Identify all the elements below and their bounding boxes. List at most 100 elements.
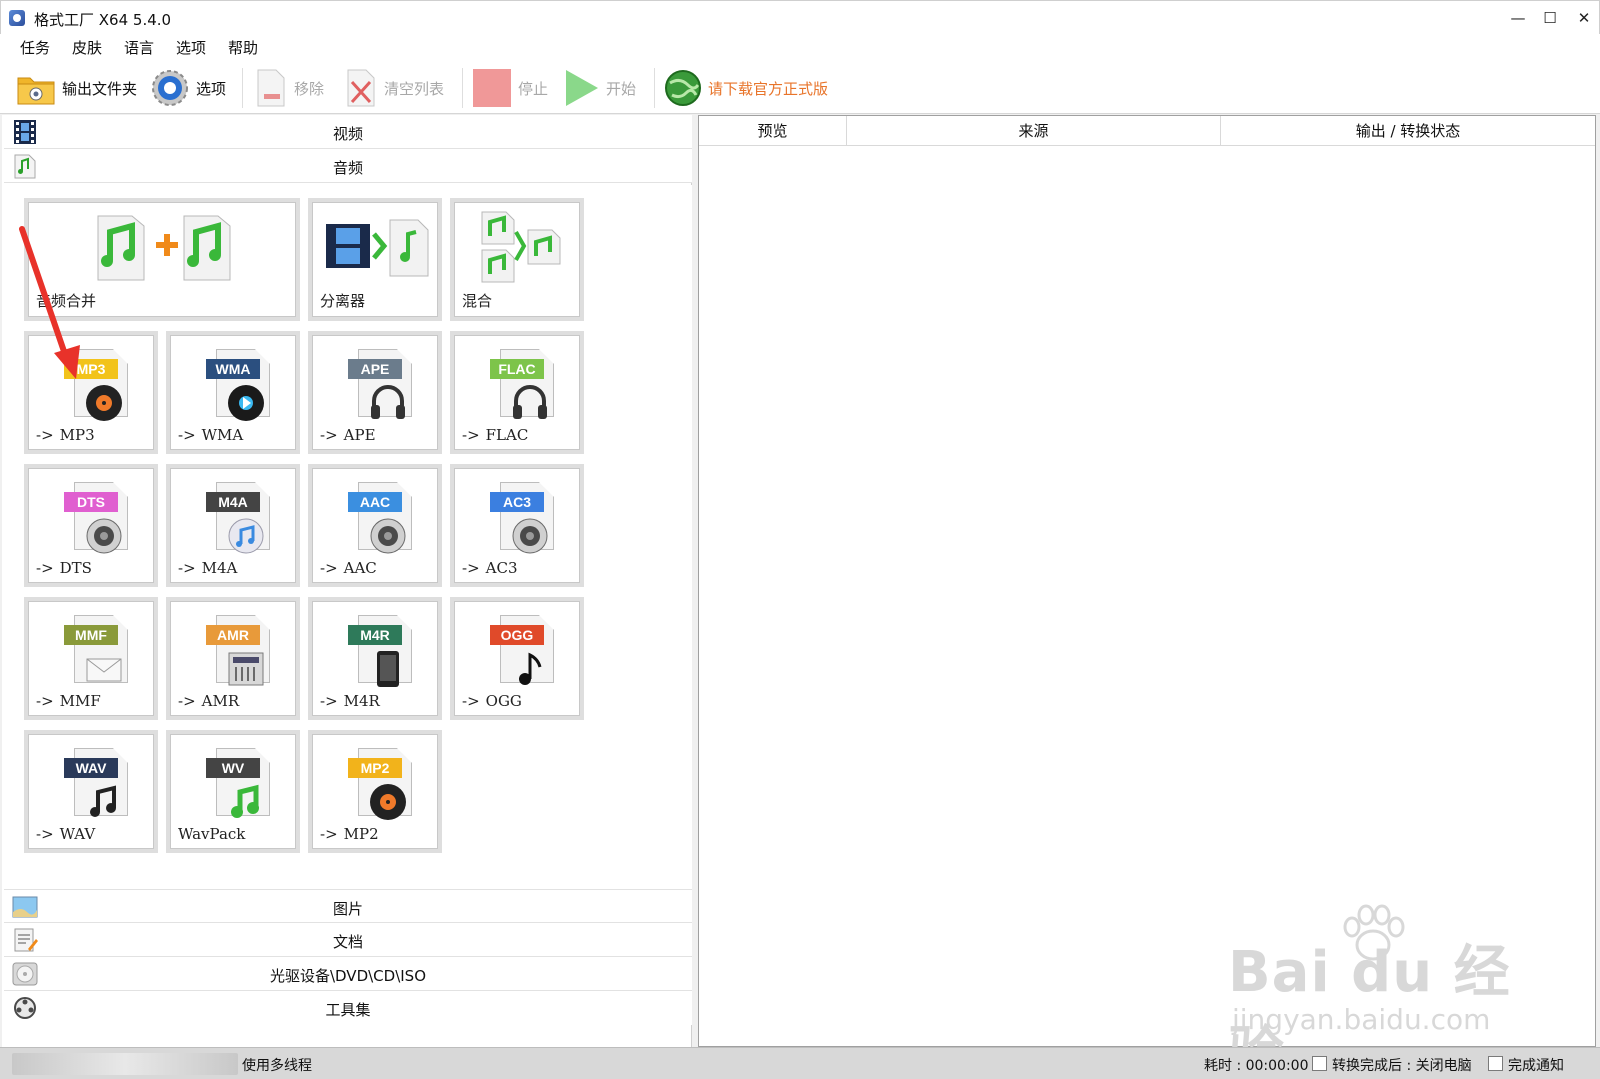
options-label: 选项	[196, 79, 227, 98]
phone-icon	[377, 651, 399, 687]
format-tile-mmf[interactable]: MMF -> MMF	[24, 597, 158, 720]
arrow-glyph: ->	[36, 692, 54, 710]
format-tile-wavpack[interactable]: WV WavPack	[166, 730, 300, 853]
format-label: -> OGG	[462, 692, 522, 710]
task-list-pane: 预览 来源 输出 / 转换状态	[698, 115, 1596, 1047]
format-label-text: AC3	[485, 559, 518, 577]
multithread-label[interactable]: 使用多线程	[242, 1055, 312, 1075]
format-badge: DTS	[64, 492, 118, 512]
format-tile-dts[interactable]: DTS -> DTS	[24, 464, 158, 587]
format-tile-m4r[interactable]: M4R -> M4R	[308, 597, 442, 720]
shutdown-after-label: 转换完成后 : 关闭电脑	[1332, 1058, 1472, 1074]
app-icon	[9, 10, 25, 26]
format-tile-amr[interactable]: AMR -> AMR	[166, 597, 300, 720]
menu-bar: 任务 皮肤 语言 选项 帮助	[0, 34, 1600, 60]
green-note-icon	[231, 784, 259, 818]
category-document[interactable]: 文档	[4, 923, 692, 957]
file-icon: M4A	[206, 478, 272, 554]
format-label: -> AAC	[320, 559, 377, 577]
format-tile-wav[interactable]: WAV -> WAV	[24, 730, 158, 853]
speaker-icon	[512, 518, 548, 554]
gear-icon	[152, 70, 188, 106]
menu-help[interactable]: 帮助	[228, 37, 258, 58]
envelope-icon	[86, 658, 122, 682]
notes-icon	[90, 785, 116, 817]
remove-button[interactable]: 移除	[254, 66, 324, 110]
disc-icon	[370, 784, 406, 820]
column-source[interactable]: 来源	[847, 116, 1221, 146]
speaker-icon	[370, 518, 406, 554]
clear-list-icon	[347, 69, 375, 107]
format-badge: FLAC	[490, 359, 544, 379]
stop-button[interactable]: 停止	[472, 66, 548, 110]
category-tools[interactable]: 工具集	[4, 991, 692, 1025]
status-progress	[12, 1053, 238, 1075]
category-document-label: 文档	[332, 933, 363, 951]
menu-skin[interactable]: 皮肤	[72, 37, 102, 58]
format-label: -> APE	[320, 426, 376, 444]
format-label: -> MP3	[36, 426, 95, 444]
remove-label: 移除	[294, 79, 325, 98]
menu-options[interactable]: 选项	[176, 37, 206, 58]
format-tile-aac[interactable]: AAC -> AAC	[308, 464, 442, 587]
category-disc[interactable]: 光驱设备\DVD\CD\ISO	[4, 957, 692, 991]
status-bar: 使用多线程 耗时 : 00:00:00 转换完成后 : 关闭电脑 完成通知	[0, 1047, 1600, 1079]
close-button[interactable]: ✕	[1567, 5, 1600, 31]
file-icon: WV	[206, 744, 272, 818]
file-icon: APE	[348, 345, 414, 419]
category-image-label: 图片	[332, 900, 363, 918]
column-preview[interactable]: 预览	[699, 116, 847, 146]
arrow-glyph: ->	[462, 426, 480, 444]
format-tile-wma[interactable]: WMA -> WMA	[166, 331, 300, 454]
shutdown-after-checkbox[interactable]	[1312, 1056, 1327, 1071]
maximize-button[interactable]: ☐	[1533, 5, 1567, 31]
category-image[interactable]: 图片	[4, 889, 692, 923]
format-tile-mp2[interactable]: MP2 -> MP2	[308, 730, 442, 853]
format-label: -> DTS	[36, 559, 92, 577]
column-output-status[interactable]: 输出 / 转换状态	[1221, 116, 1595, 146]
category-audio[interactable]: 音频	[4, 149, 692, 183]
start-button[interactable]: 开始	[564, 66, 636, 110]
minimize-button[interactable]: —	[1501, 5, 1535, 31]
file-icon: MP2	[348, 744, 414, 820]
mix-tile[interactable]: 混合	[450, 198, 584, 321]
arrow-glyph: ->	[178, 426, 196, 444]
splitter-tile[interactable]: 分离器	[308, 198, 442, 321]
format-badge: AC3	[490, 492, 544, 512]
menu-language[interactable]: 语言	[124, 37, 154, 58]
window-title: 格式工厂 X64 5.4.0	[34, 11, 172, 29]
remove-icon	[257, 69, 285, 107]
format-tile-ogg[interactable]: OGG -> OGG	[450, 597, 584, 720]
format-label-text: APE	[343, 426, 376, 444]
clear-list-button[interactable]: 清空列表	[344, 66, 444, 110]
itunes-icon	[228, 518, 264, 554]
format-badge: M4A	[206, 492, 260, 512]
format-label-text: M4A	[201, 559, 238, 577]
category-pane: 视频 音频 音频合并 分离器 混合 MP3 -> MP3 WMA -> WMA …	[2, 115, 692, 1047]
output-folder-button[interactable]: 输出文件夹	[16, 66, 137, 110]
format-label: -> AMR	[178, 692, 239, 710]
menu-task[interactable]: 任务	[20, 37, 50, 58]
format-badge: AAC	[348, 492, 402, 512]
arrow-glyph: ->	[320, 559, 338, 577]
notify-label: 完成通知	[1508, 1058, 1564, 1074]
arrow-glyph: ->	[178, 692, 196, 710]
options-button[interactable]: 选项	[150, 66, 226, 110]
notify-checkbox[interactable]	[1488, 1056, 1503, 1071]
format-label-text: MP3	[59, 426, 95, 444]
format-tile-flac[interactable]: FLAC -> FLAC	[450, 331, 584, 454]
format-label-text: AAC	[343, 559, 377, 577]
format-badge: APE	[348, 359, 402, 379]
download-official-link[interactable]: 请下载官方正式版	[664, 66, 828, 110]
audio-tools-grid: 音频合并 分离器 混合 MP3 -> MP3 WMA -> WMA APE ->…	[4, 185, 692, 905]
format-badge: AMR	[206, 625, 260, 645]
category-video[interactable]: 视频	[4, 115, 692, 149]
format-tile-ape[interactable]: APE -> APE	[308, 331, 442, 454]
format-tile-ac3[interactable]: AC3 -> AC3	[450, 464, 584, 587]
file-icon: OGG	[490, 611, 556, 685]
toolbar: 输出文件夹 选项 移除 清空列表 停止 开始 请下载官方正式版	[0, 60, 1600, 114]
headphones-icon	[371, 385, 405, 419]
arrow-glyph: ->	[462, 559, 480, 577]
format-tile-m4a[interactable]: M4A -> M4A	[166, 464, 300, 587]
category-disc-label: 光驱设备\DVD\CD\ISO	[269, 967, 427, 985]
